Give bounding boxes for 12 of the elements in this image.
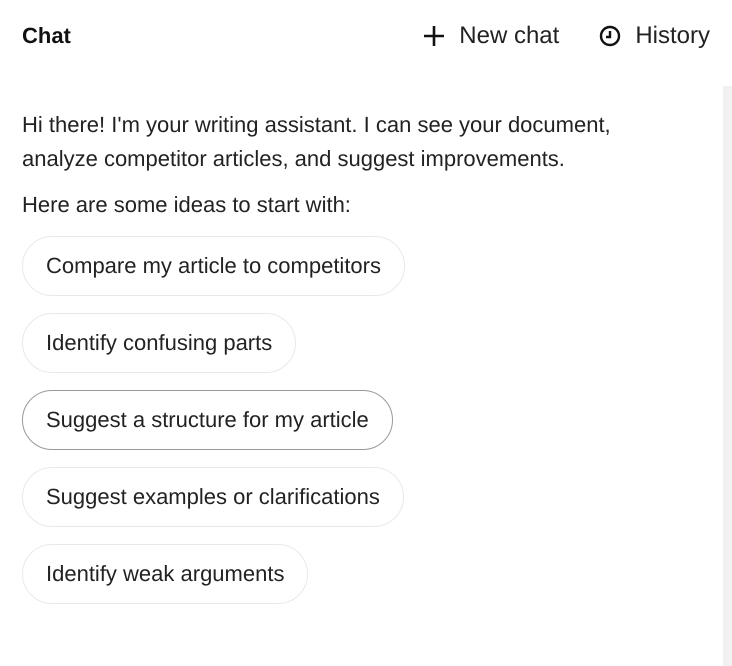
assistant-message: Hi there! I'm your writing assistant. I can see your document, analyze competitor articles, and suggest improvements. bbox=[22, 111, 612, 173]
suggestion-chip[interactable]: Identify weak arguments bbox=[22, 544, 308, 604]
panel-title: Chat bbox=[22, 23, 71, 49]
plus-icon bbox=[423, 25, 446, 47]
suggestion-chip[interactable]: Suggest a structure for my article bbox=[22, 390, 393, 450]
suggestion-chip[interactable]: Compare my article to competitors bbox=[22, 236, 405, 296]
suggestion-chip[interactable]: Suggest examples or clarifications bbox=[22, 467, 404, 527]
clock-icon bbox=[599, 25, 622, 47]
ideas-label: Here are some ideas to start with: bbox=[22, 191, 352, 219]
suggestion-chip[interactable]: Identify confusing parts bbox=[22, 313, 296, 373]
new-chat-button[interactable]: New chat bbox=[423, 22, 560, 50]
history-button[interactable]: History bbox=[599, 22, 710, 50]
